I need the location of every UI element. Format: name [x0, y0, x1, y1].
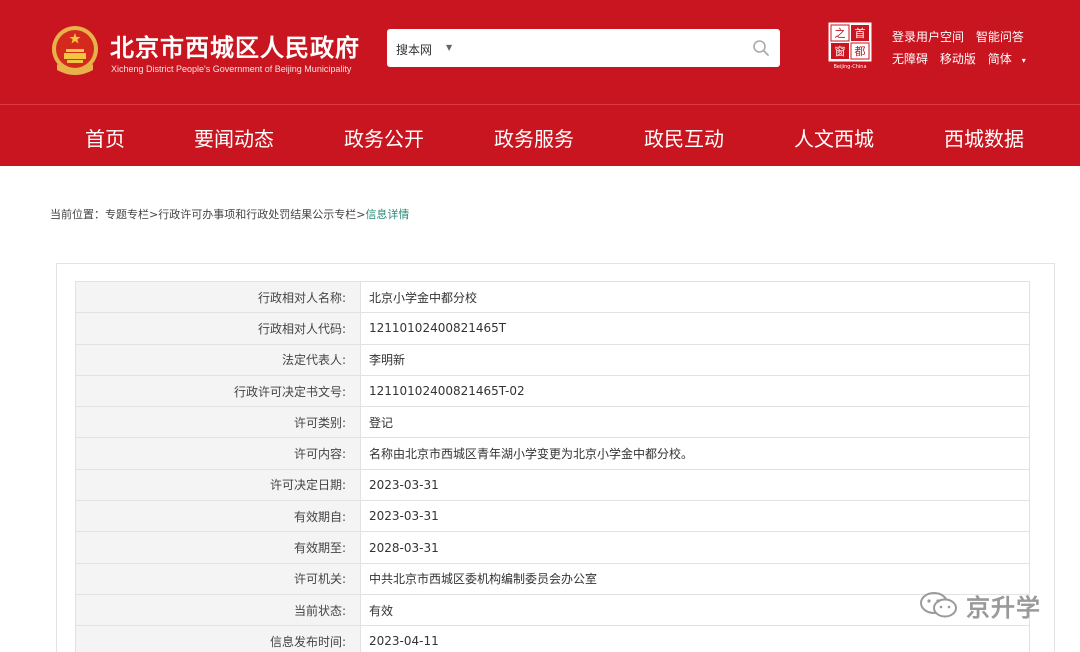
breadcrumb-separator: >: [149, 208, 159, 221]
breadcrumb-prefix: 当前位置：: [50, 208, 105, 221]
table-row: 有效期至: 2028-03-31: [75, 531, 1030, 564]
login-link[interactable]: 登录用户空间: [892, 26, 964, 48]
nav-item-news[interactable]: 要闻动态: [194, 123, 274, 152]
search-input[interactable]: [462, 35, 742, 61]
field-value: 名称由北京市西城区青年湖小学变更为北京小学金中都分校。: [360, 437, 1030, 470]
search-scope-select[interactable]: 搜本网: [396, 41, 432, 58]
nav-item-gov-affairs[interactable]: 政务公开: [344, 123, 424, 152]
field-label: 有效期至:: [75, 531, 361, 564]
language-select[interactable]: 简体 ▾: [988, 48, 1034, 72]
nav-item-home[interactable]: 首页: [85, 123, 125, 152]
field-value: 2023-03-31: [360, 468, 1030, 502]
logo-caption: Beijing-China: [833, 64, 866, 70]
field-label: 行政相对人代码:: [75, 312, 361, 345]
table-row: 有效期自: 2023-03-31: [75, 500, 1030, 533]
mobile-link[interactable]: 移动版: [940, 48, 976, 70]
caret-down-icon[interactable]: ▼: [446, 43, 452, 52]
capital-window-logo[interactable]: 之 首 窗 都 Beijing-China: [827, 22, 873, 70]
site-title[interactable]: 北京市西城区人民政府: [110, 28, 360, 63]
logo-char-3: 窗: [835, 44, 846, 58]
site-subtitle: Xicheng District People's Government of …: [111, 64, 352, 74]
field-value: 登记: [360, 406, 1030, 439]
field-value: 12110102400821465T: [360, 312, 1030, 345]
wechat-icon: [920, 592, 957, 618]
breadcrumb-current: 信息详情: [365, 208, 410, 221]
permit-details-table: 行政相对人名称: 北京小学金中都分校 行政相对人代码: 121101024008…: [75, 280, 1030, 652]
nav-item-culture[interactable]: 人文西城: [794, 123, 874, 152]
logo-char-2: 首: [855, 26, 866, 40]
table-row: 许可机关: 中共北京市西城区委机构编制委员会办公室: [75, 562, 1030, 595]
field-value: 北京小学金中都分校: [360, 280, 1030, 314]
top-links: 登录用户空间 智能问答 无障碍 移动版 简体 ▾: [892, 26, 1042, 72]
table-row: 许可内容: 名称由北京市西城区青年湖小学变更为北京小学金中都分校。: [75, 437, 1030, 470]
field-label: 当前状态:: [75, 593, 361, 627]
logo-char-4: 都: [855, 45, 866, 58]
watermark-text: 京升学: [966, 593, 1041, 622]
table-row: 许可决定日期: 2023-03-31: [75, 468, 1030, 502]
main-nav: 首页 要闻动态 政务公开 政务服务 政民互动 人文西城 西城数据: [0, 104, 1080, 166]
logo-char-1: 之: [835, 26, 846, 40]
table-row: 行政相对人代码: 12110102400821465T: [75, 312, 1030, 345]
field-label: 许可内容:: [75, 437, 361, 470]
field-value: 12110102400821465T-02: [360, 374, 1030, 408]
caret-down-icon: ▾: [1021, 56, 1026, 65]
nav-item-interaction[interactable]: 政民互动: [644, 123, 724, 152]
breadcrumb: 当前位置：专题专栏>行政许可办事项和行政处罚结果公示专栏>信息详情: [50, 206, 409, 222]
field-label: 有效期自:: [75, 500, 361, 533]
watermark: 京升学: [918, 588, 1041, 622]
search-icon[interactable]: [752, 39, 770, 57]
field-label: 行政相对人名称:: [75, 280, 361, 314]
search-box: 搜本网 ▼: [387, 29, 780, 67]
table-row: 法定代表人: 李明新: [75, 343, 1030, 376]
nav-item-gov-services[interactable]: 政务服务: [494, 123, 574, 152]
site-header: 北京市西城区人民政府 Xicheng District People's Gov…: [0, 0, 1080, 104]
field-label: 许可机关:: [75, 562, 361, 595]
smart-qa-link[interactable]: 智能问答: [976, 26, 1024, 48]
table-row: 当前状态: 有效: [75, 593, 1030, 627]
nav-item-data[interactable]: 西城数据: [944, 123, 1024, 152]
accessibility-link[interactable]: 无障碍: [892, 48, 928, 70]
field-value: 2023-04-11: [360, 625, 1030, 652]
language-label: 简体: [987, 52, 1012, 66]
field-label: 许可类别:: [75, 406, 361, 439]
field-value: 2023-03-31: [360, 500, 1030, 533]
field-label: 行政许可决定书文号:: [75, 374, 361, 408]
national-emblem-icon[interactable]: [49, 24, 101, 78]
field-label: 许可决定日期:: [75, 468, 361, 502]
table-row: 许可类别: 登记: [75, 406, 1030, 439]
table-row: 信息发布时间: 2023-04-11: [75, 625, 1030, 652]
field-label: 法定代表人:: [75, 343, 361, 376]
field-value: 李明新: [360, 343, 1030, 376]
table-row: 行政相对人名称: 北京小学金中都分校: [75, 280, 1030, 314]
field-label: 信息发布时间:: [75, 625, 361, 652]
breadcrumb-item-permits[interactable]: 行政许可办事项和行政处罚结果公示专栏: [158, 208, 356, 221]
field-value: 2028-03-31: [360, 531, 1030, 564]
breadcrumb-item-topics[interactable]: 专题专栏: [105, 208, 149, 221]
table-row: 行政许可决定书文号: 12110102400821465T-02: [75, 374, 1030, 408]
